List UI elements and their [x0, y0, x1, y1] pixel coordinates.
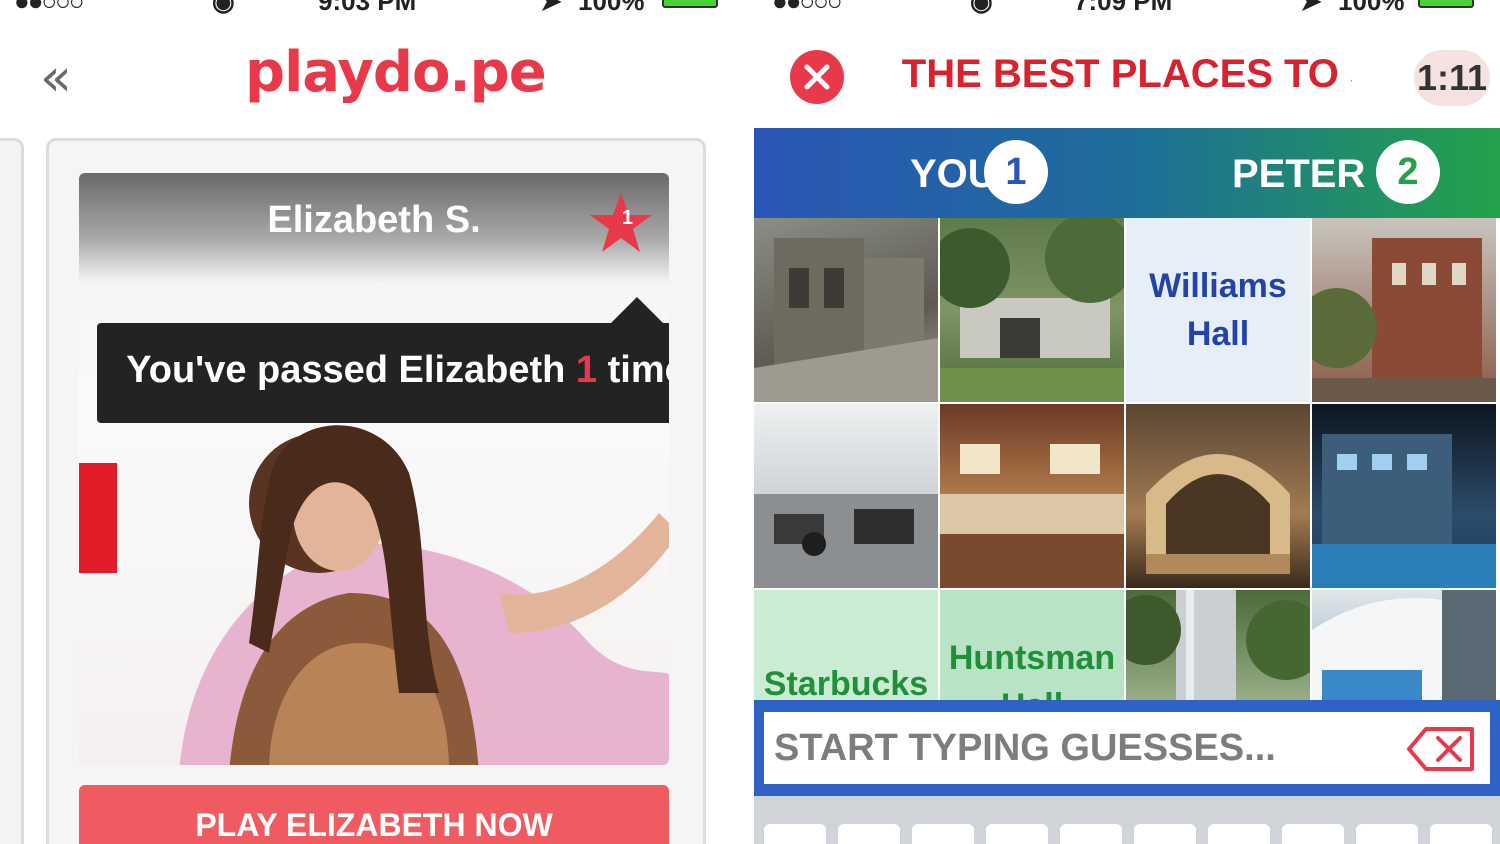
tooltip-prefix: You've passed Elizabeth [126, 349, 566, 391]
location-icon: ➤ [540, 0, 562, 16]
tile-night-building[interactable] [1312, 404, 1496, 588]
wifi-icon: ◉ [212, 0, 235, 16]
countdown-timer: 1:11 [1414, 50, 1490, 106]
star-badge-count: 1 [621, 207, 633, 229]
woman-photo [179, 425, 669, 765]
playdope-logo: playdo.pe [245, 40, 547, 105]
keyboard-key[interactable] [764, 824, 826, 844]
player-you-score: 1 [984, 140, 1048, 204]
tile-starbucks[interactable]: Starbucks [754, 590, 938, 704]
playdope-profile-screen: ●●○○○ ◉ 9:03 PM ➤ 100% « playdo.pe Eliza… [0, 0, 748, 844]
tooltip-text: You've passed Elizabeth 1 time [97, 349, 669, 392]
keyboard [754, 796, 1500, 844]
profile-card[interactable]: Elizabeth S. 1 You've passed Elizabeth 1… [46, 138, 706, 844]
player-opponent-score: 2 [1376, 140, 1440, 204]
tile-modern-facade[interactable] [1312, 590, 1496, 704]
play-now-label: PLAY ELIZABETH NOW [195, 807, 553, 843]
passed-tooltip: You've passed Elizabeth 1 time [97, 297, 669, 423]
tooltip-arrow [611, 297, 663, 323]
modern-facade-image [1312, 590, 1496, 704]
battery-percent: 100% [578, 0, 645, 16]
signal-icon: ●●○○○ [14, 0, 85, 16]
guess-input[interactable] [764, 712, 1490, 784]
tile-courtyard-trees[interactable] [940, 218, 1124, 402]
question-text: E THE BEST PLACES TO STUD [896, 52, 1352, 96]
keyboard-key[interactable] [838, 824, 900, 844]
status-time: 7:09 PM [1074, 0, 1173, 16]
question-marquee: E THE BEST PLACES TO STUD [896, 52, 1352, 97]
battery-icon [1418, 0, 1474, 8]
tile-starbucks-label: Starbucks [763, 665, 929, 703]
tile-study-hall[interactable] [754, 404, 938, 588]
tooltip-suffix: time [607, 349, 669, 391]
keyboard-key[interactable] [1134, 824, 1196, 844]
status-bar: ●●○○○ ◉ 7:09 PM ➤ 100% [748, 0, 1500, 16]
location-icon: ➤ [1300, 0, 1322, 16]
wifi-icon: ◉ [970, 0, 993, 16]
keyboard-key[interactable] [1282, 824, 1344, 844]
cafe-counter-image [940, 444, 1124, 588]
quiz-game-screen: ●●○○○ ◉ 7:09 PM ➤ 100% E THE BEST PLACES… [748, 0, 1500, 844]
brick-street-image [1312, 238, 1496, 402]
arched-library-image [1146, 454, 1290, 574]
tooltip-count: 1 [575, 349, 598, 391]
keyboard-key[interactable] [1430, 824, 1492, 844]
tile-williams-hall-label: Williams Hall [1149, 267, 1287, 353]
keyboard-key[interactable] [986, 824, 1048, 844]
status-bar: ●●○○○ ◉ 9:03 PM ➤ 100% [0, 0, 748, 16]
profile-name: Elizabeth S. [267, 199, 481, 241]
red-phone-prop [79, 463, 117, 573]
courtyard-trees-image [940, 218, 1124, 402]
close-icon [804, 64, 830, 90]
play-now-button[interactable]: PLAY ELIZABETH NOW [79, 785, 669, 844]
keyboard-key[interactable] [1208, 824, 1270, 844]
keyboard-key[interactable] [912, 824, 974, 844]
close-button[interactable] [790, 50, 844, 104]
score-bar: YOU 1 PETER P. 2 [754, 128, 1500, 218]
tile-brick-street[interactable] [1312, 218, 1496, 402]
tile-huntsman-hall[interactable]: Huntsman Hall [940, 590, 1124, 704]
guess-input-bar [754, 700, 1500, 796]
study-hall-image [754, 494, 938, 588]
gothic-building-image [754, 238, 938, 402]
trees-street-image [1126, 590, 1310, 704]
keyboard-key[interactable] [1356, 824, 1418, 844]
battery-icon [662, 0, 718, 8]
night-building-image [1312, 434, 1496, 588]
answer-tile-grid: Williams Hall Starbucks Huntsman [754, 218, 1500, 704]
status-time: 9:03 PM [318, 0, 417, 16]
tile-gothic-building[interactable] [754, 218, 938, 402]
keyboard-key[interactable] [1060, 824, 1122, 844]
backspace-icon[interactable] [1406, 726, 1476, 772]
tile-cafe-counter[interactable] [940, 404, 1124, 588]
back-button[interactable]: « [40, 52, 72, 104]
previous-card-edge [0, 138, 24, 844]
signal-icon: ●●○○○ [772, 0, 843, 16]
battery-percent: 100% [1338, 0, 1405, 16]
tile-williams-hall[interactable]: Williams Hall [1126, 218, 1310, 402]
tile-trees-street[interactable] [1126, 590, 1310, 704]
profile-photo[interactable]: Elizabeth S. 1 You've passed Elizabeth 1… [79, 173, 669, 765]
tile-arched-library[interactable] [1126, 404, 1310, 588]
tile-huntsman-hall-label: Huntsman Hall [948, 639, 1116, 704]
